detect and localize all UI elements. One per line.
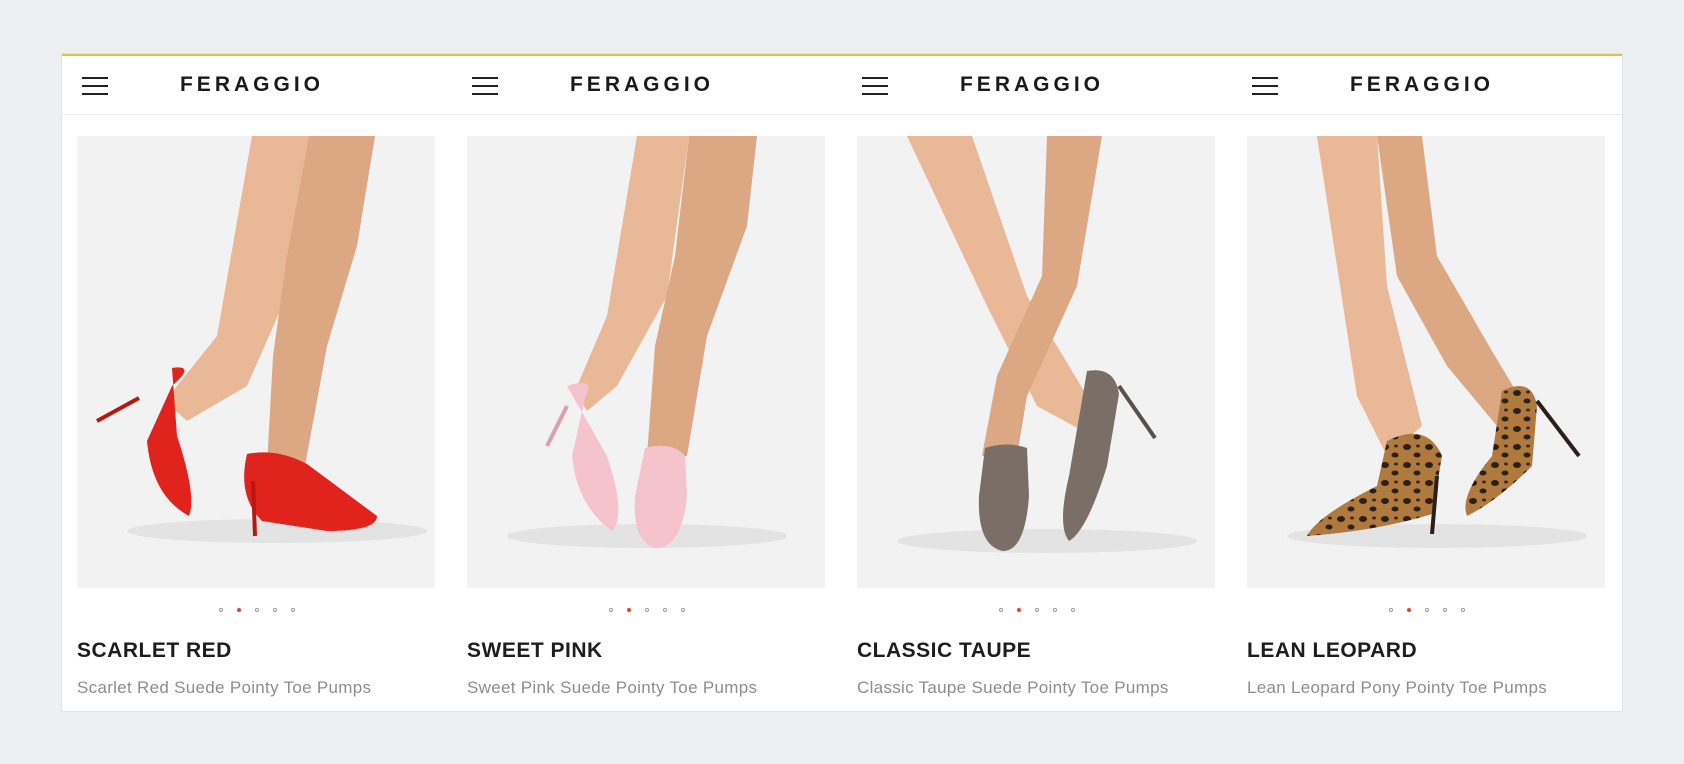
heel-back (96, 396, 140, 423)
legs-illustration (507, 136, 787, 548)
top-bar: FERAGGIO (842, 56, 1232, 115)
carousel-dot[interactable] (645, 608, 649, 612)
carousel-dot[interactable] (219, 608, 223, 612)
legs-illustration (1287, 136, 1587, 548)
shoe-back (978, 444, 1029, 551)
carousel-dot[interactable] (1425, 608, 1429, 612)
product-description: Sweet Pink Suede Pointy Toe Pumps (467, 678, 758, 697)
carousel-dot[interactable] (1035, 608, 1039, 612)
carousel-dot[interactable] (1461, 608, 1465, 612)
carousel-dot-active[interactable] (237, 608, 241, 612)
product-image[interactable] (467, 136, 825, 588)
carousel-dot-active[interactable] (627, 608, 631, 612)
heel-front (1117, 384, 1157, 440)
product-description: Scarlet Red Suede Pointy Toe Pumps (77, 678, 372, 697)
carousel-dot[interactable] (255, 608, 259, 612)
top-bar: FERAGGIO (62, 56, 452, 115)
product-name[interactable]: CLASSIC TAUPE (857, 639, 1031, 663)
carousel-dot[interactable] (681, 608, 685, 612)
legs-illustration (897, 136, 1197, 553)
heel-front (1535, 399, 1581, 458)
app-frame: FERAGGIO SCARLET RED Scarlet Red Suede P… (62, 54, 1622, 711)
top-bar: FERAGGIO (1232, 56, 1622, 115)
carousel-dot[interactable] (663, 608, 667, 612)
hamburger-menu-icon[interactable] (82, 77, 108, 95)
hamburger-menu-icon[interactable] (862, 77, 888, 95)
carousel-dot-active[interactable] (1407, 608, 1411, 612)
product-panel: FERAGGIO CLASSIC TAUPE Classic Taupe Sue… (842, 56, 1232, 711)
carousel-dot[interactable] (609, 608, 613, 612)
product-panel: FERAGGIO LEAN LEOPARD Lean Leopard Pony … (1232, 56, 1622, 711)
carousel-dot[interactable] (291, 608, 295, 612)
shoe-back (1307, 433, 1442, 536)
product-name[interactable]: SCARLET RED (77, 639, 232, 663)
floor-shadow (897, 529, 1197, 553)
shoe-front (1465, 386, 1537, 516)
brand-logo[interactable]: FERAGGIO (1302, 73, 1542, 97)
shoe-front (244, 452, 377, 531)
carousel-dot[interactable] (1071, 608, 1075, 612)
hamburger-menu-icon[interactable] (472, 77, 498, 95)
heel-back (545, 405, 569, 447)
carousel-dots (452, 608, 842, 612)
carousel-dots (842, 608, 1232, 612)
product-panel: FERAGGIO SCARLET RED Scarlet Red Suede P… (62, 56, 452, 711)
carousel-dot[interactable] (1053, 608, 1057, 612)
product-name[interactable]: LEAN LEOPARD (1247, 639, 1417, 663)
product-image[interactable] (1247, 136, 1605, 588)
carousel-dot[interactable] (1389, 608, 1393, 612)
product-image[interactable] (77, 136, 435, 588)
carousel-dot-active[interactable] (1017, 608, 1021, 612)
product-description: Lean Leopard Pony Pointy Toe Pumps (1247, 678, 1548, 697)
carousel-dot[interactable] (273, 608, 277, 612)
hamburger-menu-icon[interactable] (1252, 77, 1278, 95)
heel-front (251, 480, 257, 537)
top-bar: FERAGGIO (452, 56, 842, 115)
product-name[interactable]: SWEET PINK (467, 639, 603, 663)
carousel-dots (62, 608, 452, 612)
legs-illustration (96, 136, 427, 543)
carousel-dots (1232, 608, 1622, 612)
carousel-dot[interactable] (999, 608, 1003, 612)
carousel-dot[interactable] (1443, 608, 1447, 612)
product-description: Classic Taupe Suede Pointy Toe Pumps (857, 678, 1169, 697)
product-image[interactable] (857, 136, 1215, 588)
brand-logo[interactable]: FERAGGIO (912, 73, 1152, 97)
brand-logo[interactable]: FERAGGIO (132, 73, 372, 97)
product-panel: FERAGGIO SWEET PINK Sweet Pink Suede Poi… (452, 56, 842, 711)
brand-logo[interactable]: FERAGGIO (522, 73, 762, 97)
